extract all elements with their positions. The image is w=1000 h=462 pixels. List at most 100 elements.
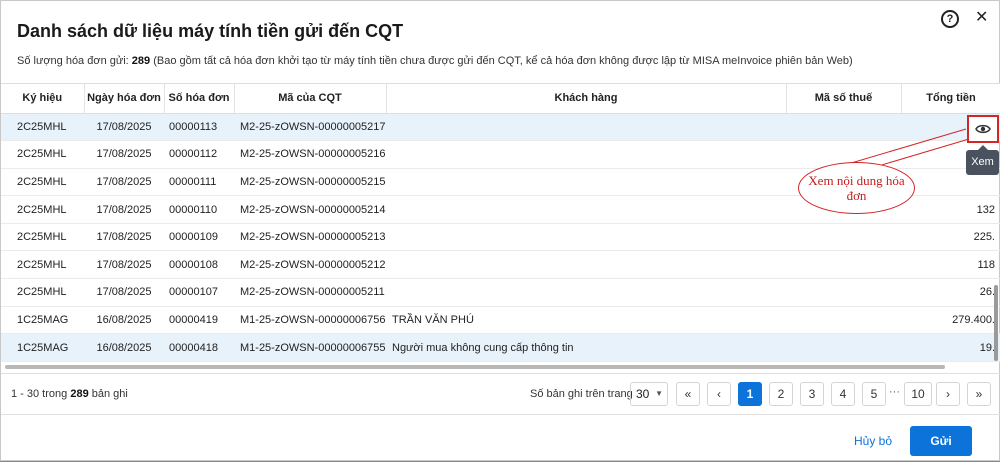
cell-ngay: 17/08/2025 (84, 195, 164, 224)
cell-ky-hieu: 1C25MAG (1, 333, 84, 362)
send-button[interactable]: Gửi (910, 426, 972, 456)
cell-khach-hang (386, 168, 786, 197)
cell-ngay: 17/08/2025 (84, 113, 164, 142)
record-range: 1 - 30 trong 289 bản ghi (11, 388, 128, 400)
cell-mst (786, 306, 901, 335)
cell-ma-cqt: M2-25-zOWSN-00000005211 (234, 278, 386, 307)
cell-ky-hieu: 2C25MHL (1, 278, 84, 307)
help-icon[interactable]: ? (941, 10, 959, 28)
cell-mst (786, 113, 901, 142)
col-ky-hieu[interactable]: Ký hiệu (1, 84, 85, 114)
page-button-4[interactable]: 4 (831, 382, 855, 406)
count-label: Số lượng hóa đơn gửi: (17, 55, 132, 67)
col-tong-tien[interactable]: Tổng tiền (901, 84, 1000, 114)
cell-ngay: 17/08/2025 (84, 250, 164, 280)
count-value: 289 (131, 55, 151, 67)
invoice-table: Ký hiệu Ngày hóa đơn Số hóa đơn Mã của C… (1, 83, 1000, 373)
cell-so: 00000107 (164, 278, 234, 307)
cell-ngay: 17/08/2025 (84, 223, 164, 252)
next-page-button[interactable]: › (936, 382, 960, 406)
page-button-2[interactable]: 2 (769, 382, 793, 406)
cell-so: 00000419 (164, 306, 234, 335)
cell-ky-hieu: 2C25MHL (1, 223, 84, 252)
page-ellipsis: ··· (889, 386, 900, 398)
col-ma-so-thue[interactable]: Mã số thuế (786, 84, 902, 114)
prev-page-button[interactable]: ‹ (707, 382, 731, 406)
cell-ky-hieu: 2C25MHL (1, 195, 84, 224)
invoice-count-summary: Số lượng hóa đơn gửi: 289 (Bao gồm tất c… (17, 55, 853, 67)
vertical-scroll-thumb[interactable] (994, 285, 998, 361)
cell-so: 00000108 (164, 250, 234, 280)
cell-so: 00000112 (164, 140, 234, 169)
per-page-select[interactable]: 30 ▼ (630, 382, 668, 406)
cell-khach-hang (386, 250, 786, 280)
cell-ma-cqt: M2-25-zOWSN-00000005216 (234, 140, 386, 169)
cell-mst (786, 278, 901, 307)
last-page-button[interactable]: » (967, 382, 991, 406)
cell-khach-hang (386, 195, 786, 224)
send-to-cqt-dialog: Danh sách dữ liệu máy tính tiền gửi đến … (0, 0, 1000, 461)
close-icon[interactable]: ✕ (975, 7, 988, 29)
cell-ma-cqt: M1-25-zOWSN-00000006755 (234, 333, 386, 362)
cell-ngay: 17/08/2025 (84, 168, 164, 197)
cell-so: 00000109 (164, 223, 234, 252)
cell-so: 00000111 (164, 168, 234, 197)
horizontal-scrollbar[interactable] (1, 363, 981, 371)
cell-tong-tien: 118 (901, 250, 1000, 280)
cell-tong-tien: 225. (901, 223, 1000, 252)
cell-ngay: 16/08/2025 (84, 306, 164, 335)
col-khach-hang[interactable]: Khách hàng (386, 84, 787, 114)
table-row[interactable]: 2C25MHL 17/08/2025 00000107 M2-25-zOWSN-… (1, 278, 1000, 307)
cell-so: 00000113 (164, 113, 234, 142)
horizontal-scroll-thumb[interactable] (5, 365, 945, 369)
table-row[interactable]: 2C25MHL 17/08/2025 00000113 M2-25-zOWSN-… (1, 113, 1000, 142)
cell-tong-tien: 132 (901, 195, 1000, 224)
cell-ky-hieu: 1C25MAG (1, 306, 84, 335)
pagination-bar: 1 - 30 trong 289 bản ghi Số bản ghi trên… (1, 373, 1000, 415)
page-button-1[interactable]: 1 (738, 382, 762, 406)
cell-tong-tien: 26. (901, 278, 1000, 307)
range-suffix: bản ghi (88, 388, 128, 400)
cancel-button[interactable]: Hủy bỏ (854, 434, 892, 448)
cell-khach-hang (386, 140, 786, 169)
table-row[interactable]: 1C25MAG 16/08/2025 00000419 M1-25-zOWSN-… (1, 306, 1000, 335)
cell-ma-cqt: M2-25-zOWSN-00000005214 (234, 195, 386, 224)
annotation-callout: Xem nội dung hóa đơn (798, 162, 915, 214)
table-row[interactable]: 1C25MAG 16/08/2025 00000418 M1-25-zOWSN-… (1, 333, 1000, 362)
page-button-3[interactable]: 3 (800, 382, 824, 406)
chevron-down-icon: ▼ (655, 389, 663, 398)
col-so-hoa-don[interactable]: Số hóa đơn (164, 84, 235, 114)
page-button-10[interactable]: 10 (904, 382, 932, 406)
first-page-button[interactable]: « (676, 382, 700, 406)
cell-ky-hieu: 2C25MHL (1, 140, 84, 169)
view-invoice-button[interactable] (967, 115, 999, 143)
cell-so: 00000110 (164, 195, 234, 224)
cell-tong-tien: 19. (901, 333, 1000, 362)
cell-khach-hang (386, 223, 786, 252)
cell-ma-cqt: M2-25-zOWSN-00000005217 (234, 113, 386, 142)
cell-ma-cqt: M2-25-zOWSN-00000005213 (234, 223, 386, 252)
col-ngay-hoa-don[interactable]: Ngày hóa đơn (84, 84, 165, 114)
cell-ngay: 17/08/2025 (84, 140, 164, 169)
table-row[interactable]: 2C25MHL 17/08/2025 00000109 M2-25-zOWSN-… (1, 223, 1000, 252)
cell-ma-cqt: M1-25-zOWSN-00000006756 (234, 306, 386, 335)
table-row[interactable]: 2C25MHL 17/08/2025 00000108 M2-25-zOWSN-… (1, 250, 1000, 280)
cell-ngay: 16/08/2025 (84, 333, 164, 362)
count-note: (Bao gồm tất cả hóa đơn khởi tạo từ máy … (150, 55, 853, 67)
cell-tong-tien: 279.400. (901, 306, 1000, 335)
per-page-value: 30 (636, 387, 650, 401)
cell-khach-hang: Người mua không cung cấp thông tin (386, 333, 786, 362)
cell-khach-hang: TRẦN VĂN PHÚ (386, 306, 786, 335)
eye-icon (975, 124, 991, 134)
cell-ma-cqt: M2-25-zOWSN-00000005215 (234, 168, 386, 197)
col-ma-cqt[interactable]: Mã của CQT (234, 84, 387, 114)
per-page-label: Số bản ghi trên trang (530, 388, 633, 400)
view-tooltip: Xem (966, 145, 999, 175)
cell-ky-hieu: 2C25MHL (1, 168, 84, 197)
cell-khach-hang (386, 278, 786, 307)
range-prefix: 1 - 30 trong (11, 388, 71, 400)
page-button-5[interactable]: 5 (862, 382, 886, 406)
cell-ma-cqt: M2-25-zOWSN-00000005212 (234, 250, 386, 280)
cell-ngay: 17/08/2025 (84, 278, 164, 307)
cell-mst (786, 333, 901, 362)
